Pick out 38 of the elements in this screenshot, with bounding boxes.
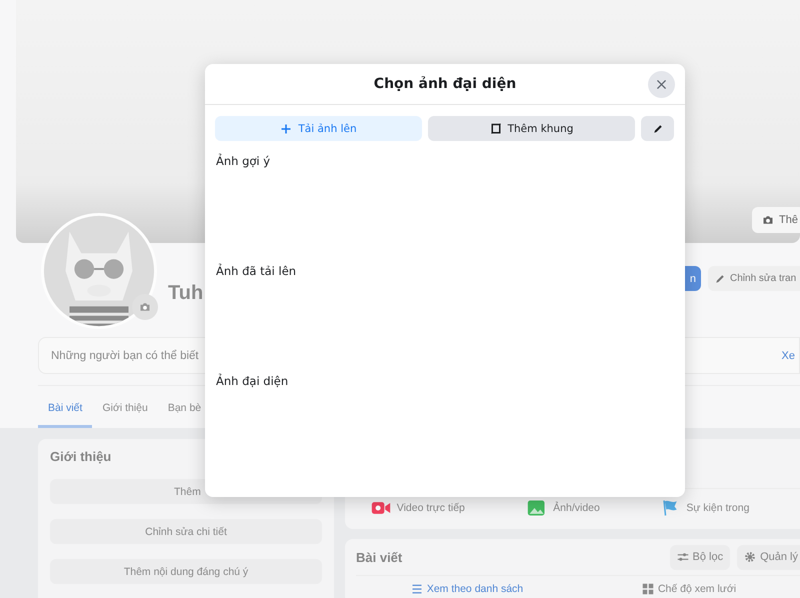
close-icon <box>655 78 668 91</box>
composer-action[interactable]: Sự kiện trong <box>636 495 800 521</box>
card-title: Bài viết <box>356 550 402 564</box>
profile-tab[interactable]: Bài viết <box>38 388 92 428</box>
profile-name: Tuh <box>168 282 204 305</box>
camera-icon <box>139 301 151 313</box>
add-frame-button[interactable]: Thêm khung <box>428 116 635 141</box>
section-title: Ảnh gợi ý <box>216 154 272 168</box>
manage-button[interactable]: Quản lý <box>737 544 800 570</box>
intro-button[interactable]: Thêm nội dung đáng chú ý <box>50 559 322 584</box>
section-title: Ảnh đại diện <box>216 374 290 388</box>
profile-tab[interactable]: Giới thiệu <box>92 388 158 428</box>
upload-button[interactable]: Tải ảnh lên <box>215 116 422 141</box>
filter-button[interactable]: Bộ lọc <box>670 544 730 570</box>
dialog-title: Chọn ảnh đại diện <box>374 76 516 92</box>
see-all-link[interactable]: Xe <box>782 350 795 362</box>
pencil-icon <box>714 272 726 284</box>
view-tab[interactable]: Xem theo danh sách <box>356 576 578 598</box>
close-button[interactable] <box>648 71 675 98</box>
gear-icon <box>744 551 756 563</box>
video-camera-icon <box>370 499 391 517</box>
camera-icon <box>762 214 774 226</box>
card-title: Giới thiệu <box>50 449 112 464</box>
edit-button[interactable] <box>641 116 674 141</box>
section-title: Ảnh đã tải lên <box>216 264 298 278</box>
camera-button[interactable] <box>132 294 158 320</box>
suggestion-text: Những người bạn có thể biết <box>51 350 199 362</box>
grid-icon <box>642 582 654 594</box>
frame-icon <box>490 122 502 134</box>
image-icon <box>527 499 548 517</box>
list-icon <box>410 582 423 594</box>
edit-page-button[interactable]: Chỉnh sửa tran <box>708 266 800 291</box>
pencil-icon <box>652 122 664 134</box>
view-tab[interactable]: Chế độ xem lưới <box>578 576 800 598</box>
plus-icon <box>280 122 292 134</box>
intro-button[interactable]: Chỉnh sửa chi tiết <box>50 519 322 544</box>
sliders-icon <box>676 551 688 563</box>
add-cover-button[interactable]: Thê <box>752 207 800 233</box>
